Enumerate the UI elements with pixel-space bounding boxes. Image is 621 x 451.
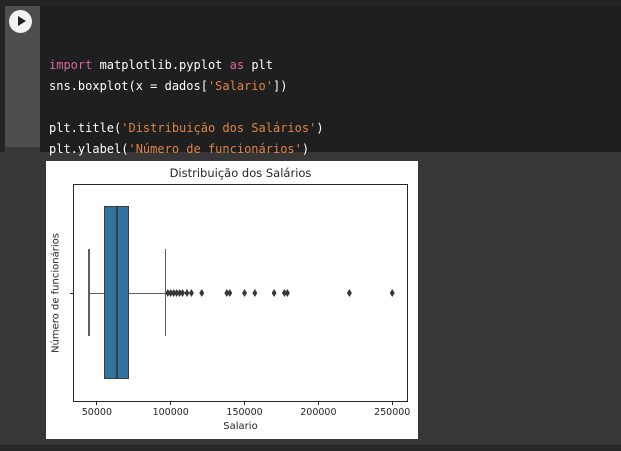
chart-title: Distribuição dos Salários — [169, 166, 312, 180]
code-token-kw: as — [229, 58, 245, 72]
code-editor[interactable]: import matplotlib.pyplot as plt sns.boxpl… — [40, 6, 621, 177]
code-line: sns.boxplot(x = dados['Salario']) — [49, 76, 621, 97]
code-token-kw: import — [49, 58, 93, 72]
x-tick — [391, 401, 393, 405]
code-token-pl: ) — [316, 121, 324, 135]
code-line: plt.title('Distribuição dos Salários') — [49, 118, 621, 139]
code-token-pl: sns.boxplot(x = dados[ — [49, 79, 208, 93]
x-tick — [170, 401, 172, 405]
x-tick-label: 50000 — [81, 407, 112, 418]
whisker-high-line — [128, 292, 166, 294]
x-tick-label: 150000 — [226, 407, 263, 418]
outlier-marker — [346, 289, 352, 297]
outlier-marker — [227, 289, 233, 297]
x-axis-label: Salario — [223, 421, 258, 432]
x-tick-label: 200000 — [300, 407, 337, 418]
outlier-marker — [184, 289, 190, 297]
x-tick-label: 100000 — [152, 407, 189, 418]
code-token-str: 'Distribuição dos Salários' — [121, 121, 317, 135]
outlier-marker — [389, 289, 395, 297]
x-tick — [96, 401, 98, 405]
code-line: plt.ylabel('Número de funcionários') — [49, 139, 621, 160]
whisker-low-cap — [88, 249, 90, 336]
whisker-low-line — [88, 292, 104, 294]
outlier-marker — [271, 289, 277, 297]
outlier-marker — [284, 289, 290, 297]
code-token-str: 'Salario' — [207, 79, 273, 93]
code-token-pl: ]) — [272, 79, 288, 93]
y-tick — [69, 292, 74, 294]
outlier-marker — [242, 289, 248, 297]
code-token-pl: ) — [301, 142, 310, 156]
code-token-pl: plt.title( — [49, 121, 122, 135]
code-token-str: 'Número de funcionários' — [128, 142, 302, 156]
outlier-marker — [180, 289, 186, 297]
code-line: import matplotlib.pyplot as plt — [49, 55, 621, 76]
notebook-page: import matplotlib.pyplot as plt sns.boxpl… — [0, 0, 621, 451]
matplotlib-figure: Distribuição dos Salários 50000 100000 150… — [46, 161, 418, 439]
x-tick — [317, 401, 319, 405]
outlier-marker — [199, 289, 205, 297]
y-axis-label: Número de funcionários — [50, 233, 62, 353]
boxplot-median-line — [115, 207, 118, 378]
x-tick-label: 250000 — [374, 407, 411, 418]
cell-gutter — [5, 6, 40, 147]
outlier-marker — [188, 289, 194, 297]
code-token-pl: plt — [244, 58, 273, 72]
code-token-pl: plt.ylabel( — [49, 142, 129, 156]
play-icon — [18, 16, 26, 26]
page-bottom-margin — [0, 445, 621, 451]
x-tick — [244, 401, 246, 405]
outlier-marker — [252, 289, 258, 297]
run-cell-button[interactable] — [9, 10, 32, 33]
code-token-pl: matplotlib.pyplot — [92, 58, 230, 72]
chart-axes: 50000 100000 150000 200000 250000 — [69, 184, 410, 418]
